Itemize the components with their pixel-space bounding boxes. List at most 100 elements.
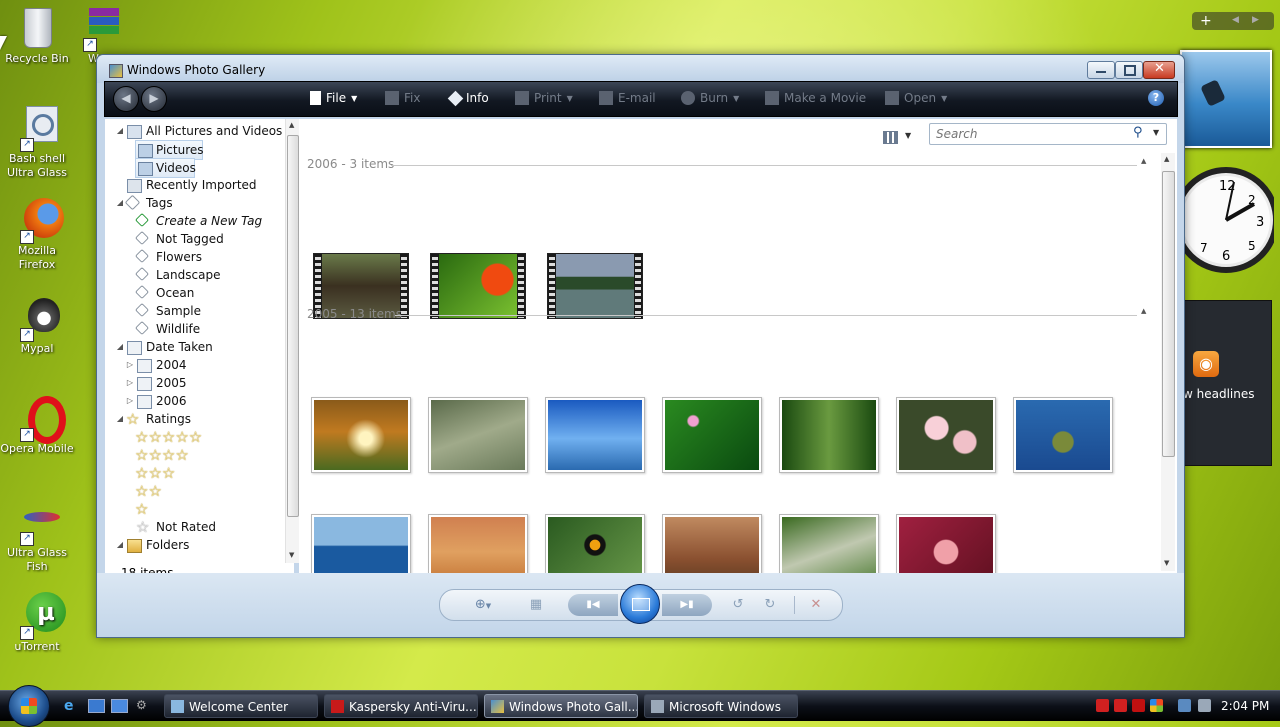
sidebar-next-icon[interactable]: ▶	[1252, 15, 1259, 25]
tree-pictures[interactable]: Pictures	[135, 140, 204, 160]
thumbnail-scrollbar[interactable]: ▲ ▼	[1161, 153, 1175, 571]
taskbar-item-kaspersky[interactable]: Kaspersky Anti-Viru...	[324, 694, 478, 718]
taskbar-item-photo-gallery[interactable]: Windows Photo Gall...	[484, 694, 638, 718]
navigation-scrollbar[interactable]: ▲ ▼	[285, 119, 299, 563]
video-thumbnail[interactable]	[547, 253, 643, 319]
desktop-icon-firefox[interactable]: ↗ Mozilla Firefox	[0, 196, 74, 272]
window-titlebar[interactable]: Windows Photo Gallery ✕	[97, 55, 1184, 83]
slideshow-gadget[interactable]	[1180, 50, 1272, 148]
burn-menu[interactable]: Burn ▼	[681, 91, 739, 105]
close-button[interactable]: ✕	[1143, 61, 1175, 79]
rating-3-stars[interactable]: ☆☆☆	[135, 464, 175, 482]
tree-folders[interactable]: ◢ Folders	[105, 536, 275, 554]
scroll-thumb[interactable]	[1162, 171, 1175, 457]
desktop-icon-bash-shell[interactable]: ↗ Bash shell Ultra Glass	[0, 104, 74, 180]
collapse-group-icon[interactable]: ▲	[1141, 307, 1146, 315]
rotate-counterclockwise-icon[interactable]: ↺	[728, 596, 748, 614]
tree-recently-imported[interactable]: Recently Imported	[105, 176, 275, 194]
desktop-icon-fish[interactable]: ↗ Ultra Glass Fish	[0, 498, 74, 574]
rating-1-star[interactable]: ☆	[135, 500, 148, 518]
group-header-2006[interactable]: 2006 - 3 items	[307, 157, 394, 171]
start-button[interactable]	[8, 685, 50, 727]
email-button[interactable]: E-mail	[599, 91, 656, 105]
back-button[interactable]: ◀	[113, 86, 139, 112]
group-header-2005[interactable]: 2005 - 13 items	[307, 307, 402, 321]
minimize-button[interactable]	[1087, 61, 1115, 79]
make-movie-button[interactable]: Make a Movie	[765, 91, 866, 105]
chevron-down-icon[interactable]: ▼	[1153, 128, 1159, 137]
fix-button[interactable]: Fix	[385, 91, 420, 105]
print-menu[interactable]: Print ▼	[515, 91, 573, 105]
quicklaunch-desktop-icon[interactable]	[88, 699, 105, 713]
forward-button[interactable]: ▶	[141, 86, 167, 112]
sidebar-add-button[interactable]: +	[1200, 12, 1212, 30]
tray-volume-muted-icon[interactable]	[1198, 699, 1211, 712]
reset-size-icon[interactable]: ▦	[526, 596, 546, 614]
tree-tag-wildlife[interactable]: Wildlife	[105, 320, 275, 338]
info-button[interactable]: Info	[447, 90, 489, 106]
photo-thumbnail[interactable]	[311, 397, 411, 473]
tree-ratings[interactable]: ◢ ☆ Ratings	[105, 410, 275, 428]
taskbar-item-welcome-center[interactable]: Welcome Center	[164, 694, 318, 718]
tree-year-2006[interactable]: ▷ 2006	[105, 392, 275, 410]
photo-thumbnail[interactable]	[428, 397, 528, 473]
next-button[interactable]: ▶▮	[662, 594, 712, 616]
rating-2-stars[interactable]: ☆☆	[135, 482, 162, 500]
tree-tag-ocean[interactable]: Ocean	[105, 284, 275, 302]
maximize-button[interactable]	[1115, 61, 1143, 79]
tree-create-tag[interactable]: Create a New Tag	[105, 212, 275, 230]
tray-shield-icon[interactable]	[1114, 699, 1127, 712]
tree-not-rated[interactable]: ☆ Not Rated	[105, 518, 275, 536]
tray-windows-icon[interactable]	[1150, 699, 1163, 712]
tree-tag-sample[interactable]: Sample	[105, 302, 275, 320]
previous-button[interactable]: ▮◀	[568, 594, 618, 616]
desktop-icon-opera[interactable]: ↗ Opera Mobile	[0, 394, 74, 456]
taskbar-item-label: Welcome Center	[189, 700, 289, 714]
taskbar-item-microsoft-windows[interactable]: Microsoft Windows	[644, 694, 798, 718]
delete-icon[interactable]: ✕	[806, 596, 826, 614]
photo-thumbnail[interactable]	[1013, 397, 1113, 473]
tray-network-icon[interactable]	[1178, 699, 1191, 712]
quicklaunch-tool-icon[interactable]: ⚙	[136, 698, 150, 712]
collapse-group-icon[interactable]: ▲	[1141, 157, 1146, 165]
tree-tags[interactable]: ◢ Tags	[105, 194, 275, 212]
feed-headlines-gadget[interactable]: ◉ w headlines	[1180, 300, 1272, 466]
rotate-clockwise-icon[interactable]: ↻	[760, 596, 780, 614]
desktop-icon-recycle-bin[interactable]: Recycle Bin	[0, 4, 74, 66]
close-icon: ✕	[1154, 61, 1165, 76]
tray-kaspersky-icon[interactable]	[1096, 699, 1109, 712]
search-icon[interactable]: ⚲	[1133, 125, 1143, 140]
quicklaunch-switch-windows-icon[interactable]	[111, 699, 128, 713]
tree-year-2005[interactable]: ▷ 2005	[105, 374, 275, 392]
zoom-button[interactable]: ⊕▼	[468, 596, 498, 614]
tree-tag-landscape[interactable]: Landscape	[105, 266, 275, 284]
photo-thumbnail[interactable]	[896, 397, 996, 473]
desktop-icon-mypal[interactable]: ↗ Mypal	[0, 294, 74, 356]
taskbar-clock[interactable]: 2:04 PM	[1221, 699, 1269, 713]
quicklaunch-ie-icon[interactable]: e	[64, 698, 80, 714]
sidebar-prev-icon[interactable]: ◀	[1232, 15, 1239, 25]
desktop-icon-utorrent[interactable]: µ ↗ uTorrent	[0, 592, 74, 654]
tree-all-pictures[interactable]: ◢ All Pictures and Videos	[105, 122, 282, 140]
video-thumbnail[interactable]	[430, 253, 526, 319]
slideshow-button[interactable]	[620, 584, 660, 624]
view-options-icon[interactable]: ▼	[883, 129, 913, 145]
rating-4-stars[interactable]: ☆☆☆☆	[135, 446, 189, 464]
tray-security-alert-icon[interactable]	[1132, 699, 1145, 712]
photo-thumbnail[interactable]	[779, 397, 879, 473]
search-box[interactable]: ⚲ ▼	[929, 123, 1167, 145]
tree-year-2004[interactable]: ▷ 2004	[105, 356, 275, 374]
search-input[interactable]	[934, 125, 1133, 143]
tree-tag-flowers[interactable]: Flowers	[105, 248, 275, 266]
rating-5-stars[interactable]: ☆☆☆☆☆	[135, 428, 202, 446]
scroll-thumb[interactable]	[287, 135, 299, 517]
photo-thumbnail[interactable]	[662, 397, 762, 473]
open-menu[interactable]: Open ▼	[885, 91, 947, 105]
photo-thumbnail[interactable]	[545, 397, 645, 473]
tree-not-tagged[interactable]: Not Tagged	[105, 230, 275, 248]
tree-videos[interactable]: Videos	[135, 158, 196, 178]
tree-date-taken[interactable]: ◢ Date Taken	[105, 338, 275, 356]
file-menu[interactable]: File ▼	[310, 91, 357, 105]
help-icon[interactable]: ?	[1148, 90, 1164, 106]
clock-gadget[interactable]: 12 3 6 2 5 7	[1173, 160, 1279, 280]
